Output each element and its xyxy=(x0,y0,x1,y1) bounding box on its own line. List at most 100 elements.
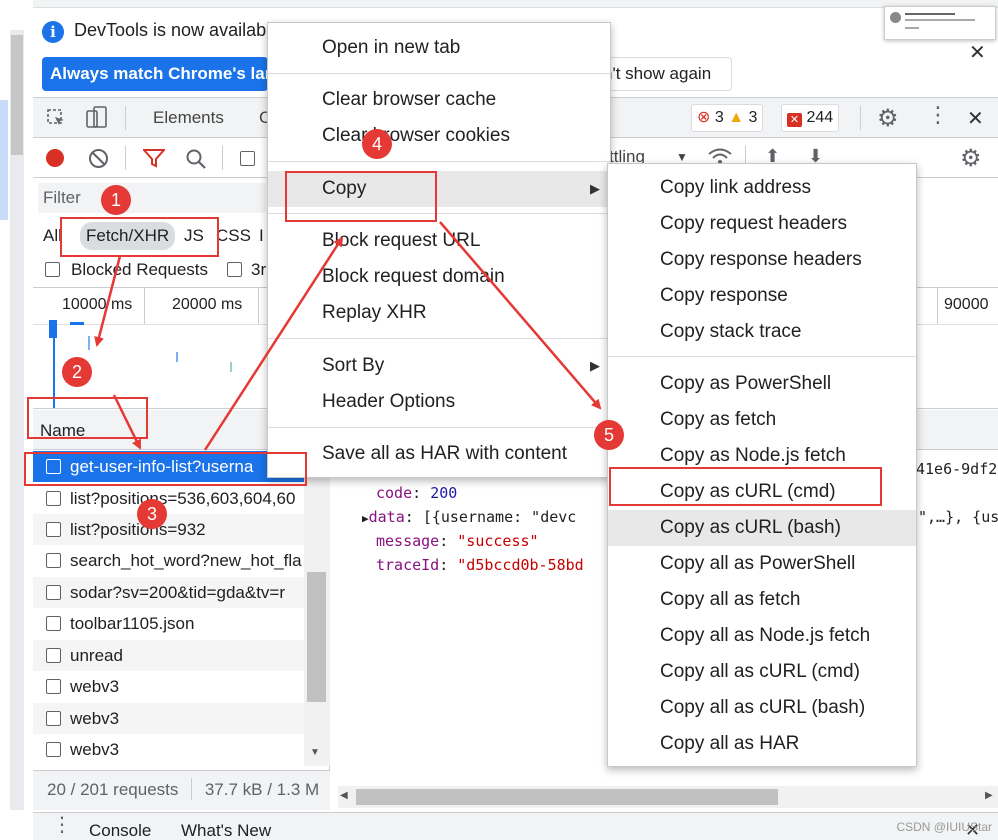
request-row[interactable]: list?positions=932 xyxy=(33,514,304,545)
request-row[interactable]: list?positions=536,603,604,60 xyxy=(33,483,304,514)
timeline-tick: 90000 xyxy=(944,296,989,313)
close-devtools-icon[interactable]: ✕ xyxy=(967,106,984,131)
error-warning-badge[interactable]: ⊗ 3 ▲ 3 xyxy=(691,104,764,132)
network-summary: 20 / 201 requests 37.7 kB / 1.3 M xyxy=(33,770,330,810)
copy-as-nodejs-fetch[interactable]: Copy as Node.js fetch xyxy=(608,438,916,474)
menu-open-in-new-tab[interactable]: Open in new tab xyxy=(268,30,610,66)
type-filter-fetch-xhr[interactable]: Fetch/XHR xyxy=(80,222,176,250)
type-filter-all[interactable]: All xyxy=(43,222,62,250)
timeline-bar xyxy=(70,322,84,325)
preview-line-data[interactable]: ▶data: [{username: "devc xyxy=(362,508,576,526)
scroll-left-icon[interactable]: ◀ xyxy=(340,790,348,801)
preview-line-code: code: 200 xyxy=(376,484,458,502)
copy-all-as-har[interactable]: Copy all as HAR xyxy=(608,726,916,762)
menu-separator xyxy=(268,161,610,162)
search-icon[interactable] xyxy=(185,148,207,170)
type-filter-css[interactable]: CSS xyxy=(216,222,251,250)
copy-as-powershell[interactable]: Copy as PowerShell xyxy=(608,366,916,402)
window-top-edge xyxy=(33,0,998,8)
copy-all-as-curl-cmd[interactable]: Copy all as cURL (cmd) xyxy=(608,654,916,690)
menu-separator xyxy=(268,338,610,339)
menu-replay-xhr[interactable]: Replay XHR xyxy=(268,295,610,331)
info-icon: i xyxy=(42,21,64,43)
column-name-header[interactable]: Name xyxy=(40,421,85,441)
submenu-arrow-icon: ▶ xyxy=(590,181,600,196)
warning-icon: ▲ xyxy=(728,109,745,126)
preserve-log-checkbox[interactable] xyxy=(240,151,255,166)
copy-response[interactable]: Copy response xyxy=(608,278,916,314)
menu-header-options[interactable]: Header Options xyxy=(268,384,610,420)
chevron-down-icon[interactable]: ▼ xyxy=(676,150,688,164)
request-row[interactable]: webv3 xyxy=(33,671,304,702)
scroll-down-icon[interactable]: ▼ xyxy=(310,747,320,758)
always-match-language-button[interactable]: Always match Chrome's lar xyxy=(42,57,268,91)
infobar-message: DevTools is now availabl xyxy=(74,20,271,40)
tab-elements[interactable]: Elements xyxy=(153,108,224,128)
annotation-marker-1: 1 xyxy=(101,185,131,215)
blocked-requests-checkbox[interactable] xyxy=(45,262,60,277)
filter-icon[interactable] xyxy=(143,149,165,168)
request-row[interactable]: webv3 xyxy=(33,734,304,765)
copy-all-as-nodejs-fetch[interactable]: Copy all as Node.js fetch xyxy=(608,618,916,654)
settings-gear-icon[interactable]: ⚙ xyxy=(877,104,899,133)
clear-icon[interactable] xyxy=(88,148,109,169)
record-icon[interactable] xyxy=(46,149,64,167)
menu-save-all-as-har[interactable]: Save all as HAR with content xyxy=(268,436,610,472)
menu-sort-by[interactable]: Sort By ▶ xyxy=(268,348,610,384)
preview-hscrollbar-thumb[interactable] xyxy=(356,789,778,805)
menu-copy[interactable]: Copy ▶ xyxy=(268,171,610,207)
copy-as-curl-cmd[interactable]: Copy as cURL (cmd) xyxy=(608,474,916,510)
toolbar-separator xyxy=(860,106,861,130)
menu-clear-browser-cookies[interactable]: Clear browser cookies xyxy=(268,118,610,154)
preview-thumbnail xyxy=(884,6,996,40)
type-filter-img-partial[interactable]: I xyxy=(259,222,264,250)
close-icon[interactable]: ✕ xyxy=(969,40,986,65)
more-options-icon[interactable]: ⋮ xyxy=(927,104,949,126)
blocked-requests-label: Blocked Requests xyxy=(71,260,209,279)
warning-count: 3 xyxy=(748,109,758,126)
timeline-gridline xyxy=(937,288,938,324)
copy-as-fetch[interactable]: Copy as fetch xyxy=(608,402,916,438)
annotation-marker-5: 5 xyxy=(594,420,624,450)
filter-input[interactable]: Filter xyxy=(38,183,266,213)
copy-stack-trace[interactable]: Copy stack trace xyxy=(608,314,916,350)
preview-line-message: message: "success" xyxy=(376,532,539,550)
request-list-scrollbar-thumb[interactable] xyxy=(307,572,326,702)
issues-count: 244 xyxy=(806,109,834,126)
menu-separator xyxy=(608,356,916,357)
drawer-tab-console[interactable]: Console xyxy=(89,821,151,840)
copy-all-as-curl-bash[interactable]: Copy all as cURL (bash) xyxy=(608,690,916,726)
network-settings-gear-icon[interactable]: ⚙ xyxy=(960,144,982,173)
error-icon: ⊗ xyxy=(697,109,711,126)
copy-link-address[interactable]: Copy link address xyxy=(608,170,916,206)
third-party-label: 3r xyxy=(251,260,267,279)
timeline-tick: 10000 ms xyxy=(62,296,133,313)
drawer-tab-whats-new[interactable]: What's New xyxy=(181,821,271,840)
issues-icon: ✕ xyxy=(787,113,802,127)
drawer-menu-icon[interactable]: ⋮ xyxy=(52,814,72,836)
copy-as-curl-bash[interactable]: Copy as cURL (bash) xyxy=(608,510,916,546)
menu-clear-browser-cache[interactable]: Clear browser cache xyxy=(268,82,610,118)
request-row[interactable]: webv3 xyxy=(33,703,304,734)
issues-badge[interactable]: ✕ 244 xyxy=(781,104,840,132)
menu-separator xyxy=(268,427,610,428)
copy-all-as-powershell[interactable]: Copy all as PowerShell xyxy=(608,546,916,582)
submenu-arrow-icon: ▶ xyxy=(590,358,600,373)
scroll-right-icon[interactable]: ▶ xyxy=(985,790,993,801)
copy-response-headers[interactable]: Copy response headers xyxy=(608,242,916,278)
page-scrollbar-thumb[interactable] xyxy=(11,35,23,155)
type-filter-js[interactable]: JS xyxy=(184,222,204,250)
request-row[interactable]: unread xyxy=(33,640,304,671)
request-row[interactable]: toolbar1105.json xyxy=(33,608,304,639)
menu-block-request-domain[interactable]: Block request domain xyxy=(268,259,610,295)
request-row[interactable]: sodar?sv=200&tid=gda&tv=r xyxy=(33,577,304,608)
third-party-checkbox[interactable] xyxy=(227,262,242,277)
menu-separator xyxy=(268,213,610,214)
menu-block-request-url[interactable]: Block request URL xyxy=(268,223,610,259)
copy-request-headers[interactable]: Copy request headers xyxy=(608,206,916,242)
request-row[interactable]: search_hot_word?new_hot_fla xyxy=(33,545,304,576)
copy-all-as-fetch[interactable]: Copy all as fetch xyxy=(608,582,916,618)
request-row[interactable]: get-user-info-list?userna xyxy=(33,451,304,482)
inspect-element-icon[interactable] xyxy=(46,108,66,128)
device-toolbar-icon[interactable] xyxy=(86,106,108,130)
